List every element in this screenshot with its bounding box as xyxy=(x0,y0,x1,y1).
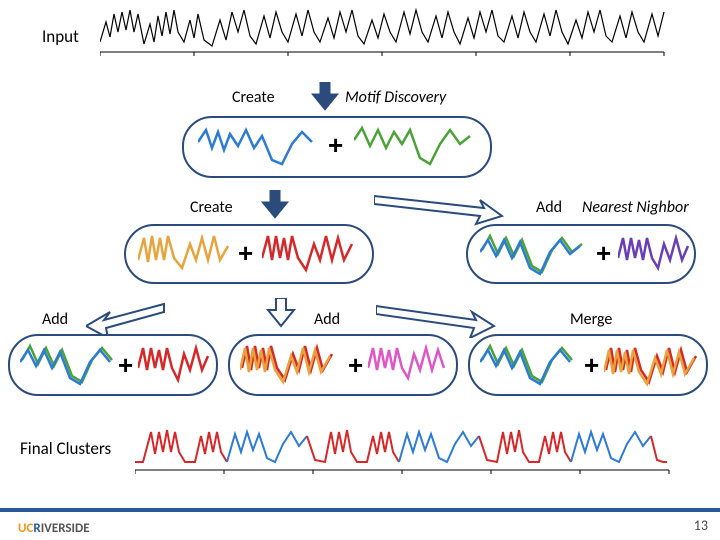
row2-purple xyxy=(618,232,690,276)
label-final-clusters: Final Clusters xyxy=(20,438,111,459)
row3b-cluster xyxy=(240,340,345,390)
footer-bar xyxy=(0,508,720,512)
input-timeseries xyxy=(100,2,670,62)
logo-r: R xyxy=(33,521,40,536)
plus-row3-a: + xyxy=(118,352,133,378)
label-create-1: Create xyxy=(232,88,275,107)
motif-blue xyxy=(198,122,318,172)
row2-red xyxy=(262,230,362,278)
logo-rest: IVERSIDE xyxy=(41,521,90,536)
label-add-nn: Add xyxy=(536,198,562,217)
plus-row3-c: + xyxy=(584,352,599,378)
row3c-right xyxy=(604,342,700,390)
arrow-diag-left xyxy=(86,298,166,338)
label-input: Input xyxy=(42,26,79,47)
row2-gold xyxy=(138,230,233,278)
arrow-down-3 xyxy=(266,298,296,328)
label-add-left: Add xyxy=(42,310,68,329)
logo-ucriverside: UCRIVERSIDE xyxy=(18,521,90,536)
motif-green xyxy=(354,122,474,172)
arrow-diag-right-1 xyxy=(374,186,504,231)
plus-row3-b: + xyxy=(348,352,363,378)
row3a-cluster xyxy=(20,340,115,390)
arrow-diag-right-2 xyxy=(376,298,496,338)
label-create-2: Create xyxy=(190,198,233,217)
row3b-magenta xyxy=(368,342,450,388)
label-merge: Merge xyxy=(570,310,612,329)
arrow-down-1 xyxy=(310,82,340,112)
label-motif-discovery: Motif Discovery xyxy=(345,88,446,107)
label-nearest-neighbor: Nearest Nighbor xyxy=(582,198,689,217)
plus-row1: + xyxy=(328,132,343,158)
plus-row2-left: + xyxy=(238,240,253,266)
logo-uc: UC xyxy=(18,521,33,536)
plus-row2-right: + xyxy=(596,240,611,266)
row3a-red xyxy=(138,342,210,388)
row3c-left xyxy=(480,340,580,390)
label-add-mid: Add xyxy=(314,310,340,329)
arrow-down-2 xyxy=(260,190,290,220)
final-clusters-series xyxy=(135,422,675,480)
row2-cluster-bg xyxy=(480,230,590,278)
page-number: 13 xyxy=(694,517,708,534)
